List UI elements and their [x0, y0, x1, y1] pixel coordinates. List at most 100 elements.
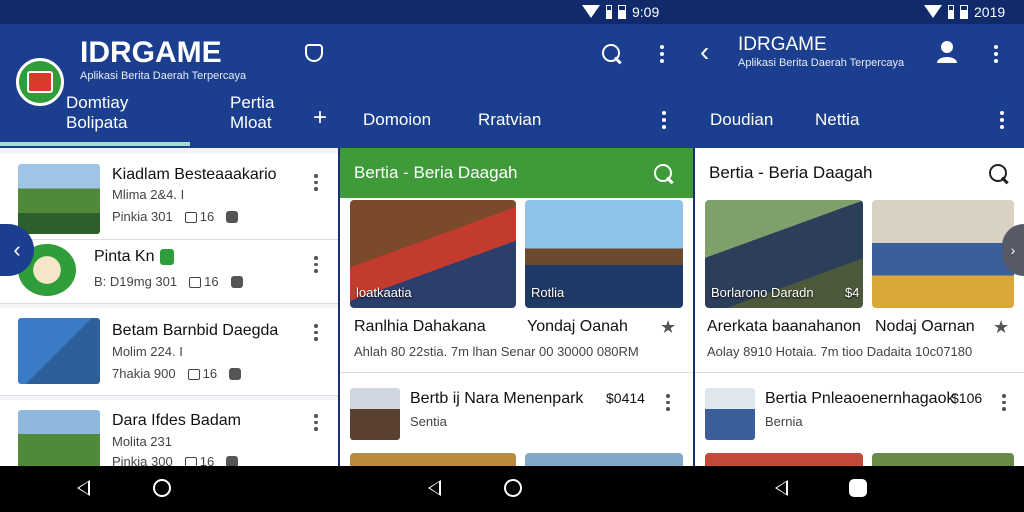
section-header: Bertia - Beria Daagah — [340, 148, 693, 198]
nav-back-icon[interactable] — [428, 480, 441, 496]
status-time: 9:09 — [632, 4, 660, 20]
news-author: Molim 224. I — [112, 344, 183, 359]
divider — [340, 372, 693, 373]
more-icon[interactable] — [313, 414, 319, 432]
image-badge: $4 — [845, 285, 860, 300]
status-group-2: 2019 — [924, 3, 1005, 21]
plus-icon[interactable]: + — [313, 106, 327, 130]
tab-daily-update[interactable]: Domtiay Bolipata — [66, 93, 128, 133]
app-logo — [16, 58, 64, 106]
more-icon[interactable] — [313, 324, 319, 342]
news-card-image[interactable] — [872, 200, 1014, 308]
news-card-title[interactable]: Ranlhia Dahakana — [354, 318, 486, 336]
nav-home-icon[interactable] — [153, 479, 171, 497]
list-item[interactable]: Kiadlam Besteaaakario Mlima 2&4. I Pinki… — [0, 154, 338, 240]
active-tab-indicator — [0, 142, 190, 146]
system-nav-bar — [0, 466, 1024, 512]
image-caption: loatkaatia — [356, 285, 412, 300]
news-list-panel: Kiadlam Besteaaakario Mlima 2&4. I Pinki… — [0, 148, 338, 466]
status-group-1: 9:09 — [582, 3, 659, 21]
signal-icon — [606, 5, 612, 19]
more-icon[interactable] — [1001, 394, 1007, 412]
news-card-image[interactable]: loatkaatia — [350, 200, 516, 308]
status-time: 2019 — [974, 4, 1006, 20]
news-thumbnail[interactable] — [705, 388, 755, 440]
search-icon[interactable] — [652, 162, 676, 186]
nav-back-icon[interactable] — [77, 480, 90, 496]
local-news-panel: Bertia - Beria Daagah Borlarono Daradn $… — [695, 148, 1024, 466]
news-card-image[interactable]: Borlarono Daradn $4 — [705, 200, 863, 308]
app-tagline: Aplikasi Berita Daerah Terpercaya — [80, 70, 247, 82]
search-icon[interactable] — [987, 162, 1011, 186]
news-card-image[interactable] — [350, 453, 516, 466]
news-author: Molita 231 — [112, 434, 172, 449]
wifi-icon — [924, 5, 942, 19]
tab-region[interactable]: Rratvian — [478, 110, 541, 130]
more-icon[interactable] — [665, 394, 671, 412]
more-icon[interactable] — [990, 42, 1002, 66]
share-icon[interactable] — [226, 210, 239, 223]
news-source: Sentia — [410, 414, 447, 429]
news-card-meta: Aolay 8910 Hotaia. 7m tioo Dadaita 10c07… — [707, 344, 973, 359]
more-icon[interactable] — [658, 108, 670, 132]
list-item[interactable]: Pinta Kn B: D19mg 301 16 — [0, 240, 338, 304]
tab-local[interactable]: Doudian — [710, 110, 773, 130]
profile-icon[interactable] — [936, 40, 958, 64]
section-title: Bertia - Beria Daagah — [709, 163, 873, 182]
comment-count: 16 — [184, 209, 214, 224]
tab-domain[interactable]: Domoion — [363, 110, 431, 130]
app-tagline-2: Aplikasi Berita Daerah Terpercaya — [738, 57, 905, 69]
news-meta: B: D19mg 301 16 — [94, 274, 243, 289]
app-title: IDRGAME — [80, 36, 222, 69]
news-card-image[interactable] — [705, 453, 863, 466]
divider — [695, 372, 1024, 373]
news-card-meta: Ahlah 80 22stia. 7m lhan Senar 00 30000 … — [354, 344, 639, 359]
news-title[interactable]: Bertb ij Nara Menenpark — [410, 390, 583, 408]
share-icon[interactable] — [230, 275, 243, 288]
news-title[interactable]: Bertia Pnleaoenernhagaok — [765, 390, 954, 408]
news-card-image[interactable]: Rotlia — [525, 200, 683, 308]
tab-news[interactable]: Nettia — [815, 110, 859, 130]
news-price: $0414 — [606, 390, 645, 406]
shield-icon[interactable] — [305, 44, 323, 62]
signal-icon — [948, 5, 954, 19]
news-thumbnail[interactable] — [350, 388, 400, 440]
battery-icon — [618, 5, 626, 19]
comment-icon — [184, 212, 197, 224]
list-item[interactable]: Dara Ifdes Badam Molita 231 Pinkia 300 1… — [0, 400, 338, 466]
battery-icon — [960, 5, 968, 19]
search-icon[interactable] — [600, 42, 624, 66]
news-card-title[interactable]: Nodaj Oarnan — [875, 318, 975, 336]
comment-count: 16 — [187, 366, 217, 381]
image-caption: Borlarono Daradn — [711, 285, 814, 300]
star-icon[interactable]: ★ — [993, 317, 1009, 338]
more-icon[interactable] — [656, 42, 668, 66]
share-icon[interactable] — [226, 455, 239, 466]
news-card-title[interactable]: Yondaj Oanah — [527, 318, 628, 336]
news-card-title[interactable]: Arerkata baanahanon — [707, 318, 861, 336]
more-icon[interactable] — [996, 108, 1008, 132]
star-icon[interactable]: ★ — [660, 317, 676, 338]
status-bar: 9:09 2019 — [0, 0, 1024, 24]
news-card-image[interactable] — [525, 453, 683, 466]
news-title: Dara Ifdes Badam — [112, 412, 241, 429]
more-icon[interactable] — [313, 174, 319, 192]
wifi-icon — [582, 5, 600, 19]
news-date: B: D19mg 301 — [94, 274, 178, 289]
news-source: Bernia — [765, 414, 803, 429]
news-card-image[interactable] — [872, 453, 1014, 466]
share-icon[interactable] — [229, 367, 242, 380]
nav-back-icon[interactable] — [775, 480, 788, 496]
app-bar: IDRGAME Aplikasi Berita Daerah Terpercay… — [0, 24, 1024, 148]
nav-recents-icon[interactable] — [849, 479, 867, 497]
comment-count: 16 — [184, 454, 214, 466]
list-item[interactable]: Betam Barnbid Daegda Molim 224. I 7hakia… — [0, 308, 338, 396]
news-meta: 7hakia 900 16 — [112, 366, 242, 381]
tab-news-feed[interactable]: Pertia Mloat — [230, 93, 274, 133]
comment-count: 16 — [189, 274, 219, 289]
more-icon[interactable] — [313, 256, 319, 274]
region-news-panel: Bertia - Beria Daagah loatkaatia Rotlia … — [340, 148, 693, 466]
news-title: Betam Barnbid Daegda — [112, 322, 279, 339]
nav-home-icon[interactable] — [504, 479, 522, 497]
back-icon[interactable]: ‹ — [700, 38, 709, 66]
